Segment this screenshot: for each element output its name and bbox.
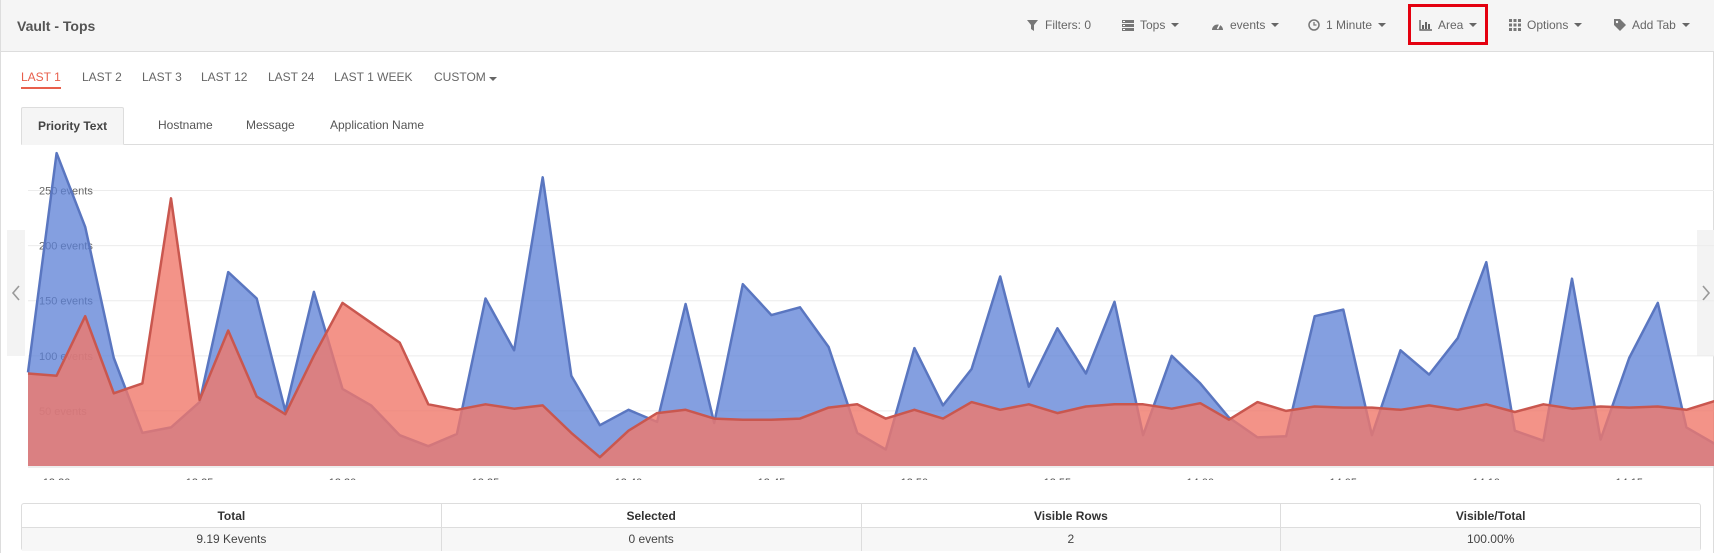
timerange-label: LAST 12: [201, 70, 248, 84]
timerange-label: LAST 2: [82, 70, 122, 84]
caret-down-icon: [1574, 23, 1583, 27]
filter-icon: [1026, 19, 1039, 32]
x-tick-label: 13:20: [43, 477, 71, 480]
summary-header: Visible/Total: [1281, 504, 1700, 528]
toolbar-addtab-button[interactable]: Add Tab: [1613, 18, 1690, 32]
summary-header: Selected: [441, 504, 861, 528]
grid-icon: [1508, 19, 1521, 32]
summary-visible-total: Visible/Total 100.00%: [1281, 504, 1700, 551]
x-tick-label: 14:10: [1472, 477, 1500, 480]
tag-icon: [1613, 19, 1626, 32]
x-tick-label: 13:55: [1044, 477, 1072, 480]
x-tick-label: 13:30: [329, 477, 357, 480]
timerange-label: LAST 24: [268, 70, 315, 84]
timerange-custom[interactable]: CUSTOM: [434, 70, 497, 84]
events-area-chart[interactable]: 50 events100 events150 events200 events2…: [1, 150, 1714, 480]
toolbar-events-label: events: [1230, 18, 1266, 32]
summary-value: 0 events: [441, 528, 861, 551]
x-tick-label: 14:00: [1187, 477, 1215, 480]
x-tick-label: 13:25: [186, 477, 214, 480]
toolbar-tops-label: Tops: [1140, 18, 1166, 32]
timerange-last-1[interactable]: LAST 1: [21, 70, 61, 89]
x-tick-label: 14:05: [1330, 477, 1358, 480]
tab-application-name[interactable]: Application Name: [314, 107, 440, 145]
caret-down-icon: [1271, 23, 1280, 27]
timerange-last-3[interactable]: LAST 3: [142, 70, 182, 84]
tops-panel: Vault - Tops Filters: 0 Tops events 1 Minut…: [0, 0, 1714, 553]
timerange-last-1-week[interactable]: LAST 1 WEEK: [334, 70, 412, 84]
summary-value: 9.19 Kevents: [22, 528, 441, 551]
timerange-last-2[interactable]: LAST 2: [82, 70, 122, 84]
toolbar-options-label: Options: [1527, 18, 1569, 32]
summary-total: Total 9.19 Kevents: [22, 504, 442, 551]
timerange-label: CUSTOM: [434, 70, 486, 84]
summary-table: Total 9.19 Kevents Selected 0 events Visible…: [21, 503, 1701, 551]
toolbar-filters-button[interactable]: Filters: 0: [1026, 18, 1091, 32]
caret-down-icon: [1171, 23, 1180, 27]
x-tick-label: 13:40: [615, 477, 643, 480]
caret-down-icon: [1681, 23, 1690, 27]
toolbar-options-button[interactable]: Options: [1508, 18, 1583, 32]
caret-down-icon: [1378, 23, 1387, 27]
toolbar-addtab-label: Add Tab: [1632, 18, 1676, 32]
toolbar-tops-button[interactable]: Tops: [1121, 18, 1180, 32]
tab-message[interactable]: Message: [230, 107, 311, 145]
summary-visible-rows: Visible Rows 2: [861, 504, 1282, 551]
x-tick-label: 13:35: [472, 477, 500, 480]
summary-selected: Selected 0 events: [441, 504, 862, 551]
timerange-bar: LAST 1 LAST 2 LAST 3 LAST 12 LAST 24 LAST 1 W…: [1, 68, 701, 89]
timerange-label: LAST 3: [142, 70, 182, 84]
list-icon: [1121, 19, 1134, 32]
highlight-box: [1408, 4, 1488, 45]
toolbar-interval-button[interactable]: 1 Minute: [1307, 18, 1387, 32]
tab-priority-text[interactable]: Priority Text: [21, 107, 125, 145]
tab-bar: Priority Text Hostname Message Application …: [21, 107, 1714, 145]
summary-header: Visible Rows: [861, 504, 1281, 528]
summary-header: Total: [22, 504, 441, 528]
summary-value: 2: [861, 528, 1281, 551]
timerange-last-24[interactable]: LAST 24: [268, 70, 314, 84]
panel-header: Vault - Tops Filters: 0 Tops events 1 Minut…: [1, 0, 1714, 52]
toolbar-interval-label: 1 Minute: [1326, 18, 1373, 32]
x-tick-label: 13:50: [901, 477, 929, 480]
toolbar-filters-label: Filters: 0: [1045, 18, 1092, 32]
x-tick-label: 14:15: [1615, 477, 1643, 480]
timerange-label: LAST 1: [21, 70, 61, 84]
toolbar-events-button[interactable]: events: [1211, 18, 1280, 32]
caret-down-icon: [488, 77, 497, 81]
timerange-label: LAST 1 WEEK: [334, 70, 413, 84]
clock-icon: [1307, 19, 1320, 32]
timerange-last-12[interactable]: LAST 12: [201, 70, 247, 84]
tab-hostname[interactable]: Hostname: [142, 107, 229, 145]
x-tick-label: 13:45: [758, 477, 786, 480]
dashboard-icon: [1211, 19, 1224, 32]
summary-value: 100.00%: [1281, 528, 1700, 551]
